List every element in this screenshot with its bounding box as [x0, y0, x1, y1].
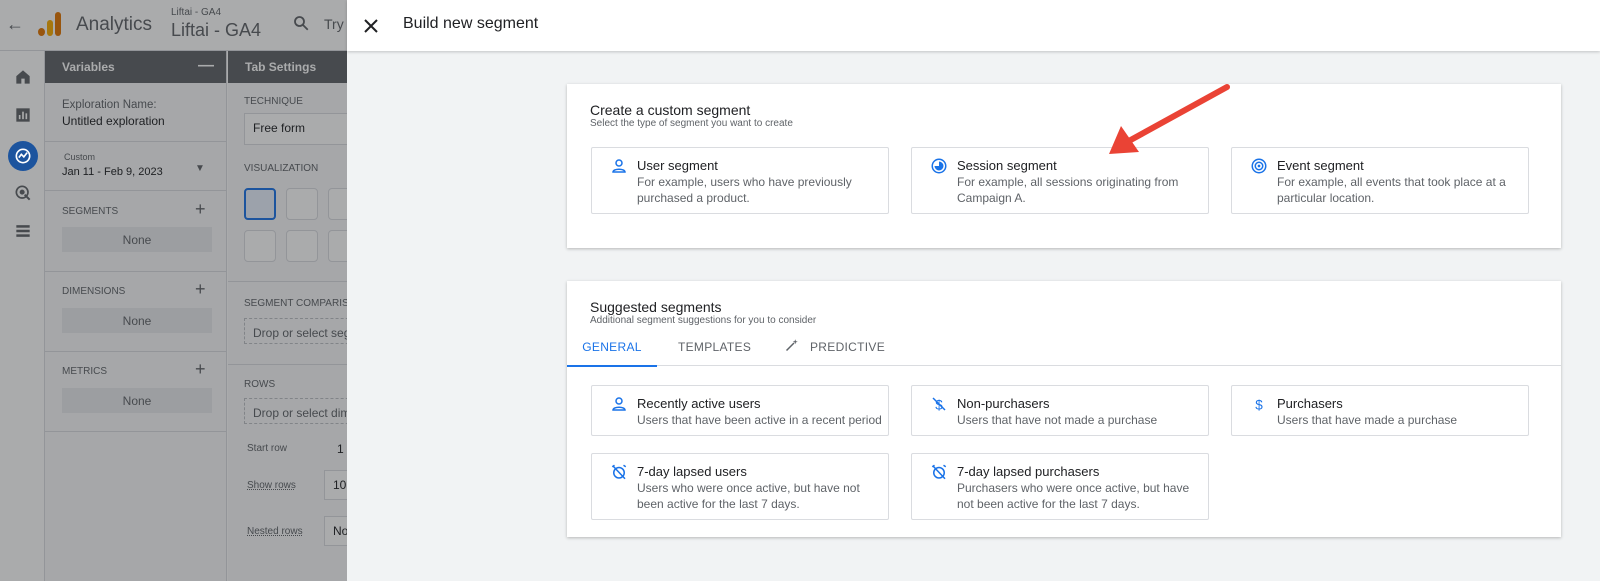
- person-icon: [612, 159, 626, 173]
- tab-general[interactable]: GENERAL: [567, 331, 657, 367]
- seven-day-lapsed-users-description: Users who were once active, but have not…: [637, 481, 860, 511]
- event-segment-option[interactable]: Event segment For example, all events th…: [1231, 147, 1529, 214]
- seven-day-lapsed-users-option[interactable]: 7-day lapsed users Users who were once a…: [591, 453, 889, 520]
- user-segment-title: User segment: [637, 158, 718, 173]
- explore-icon[interactable]: [13, 146, 33, 166]
- suggested-segments-card: Suggested segments Additional segment su…: [567, 281, 1561, 537]
- red-annotation-arrow: [1109, 84, 1230, 154]
- tab-templates[interactable]: TEMPLATES: [678, 331, 751, 366]
- dollar-icon: $: [1255, 397, 1263, 412]
- event-icon: [1251, 158, 1267, 174]
- event-segment-title: Event segment: [1277, 158, 1364, 173]
- recently-active-users-option[interactable]: Recently active users Users that have be…: [591, 385, 889, 436]
- close-icon[interactable]: [359, 14, 383, 38]
- non-purchasers-description: Users that have not made a purchase: [957, 413, 1158, 427]
- alarm-off-icon: [931, 464, 947, 480]
- seven-day-lapsed-purchasers-title: 7-day lapsed purchasers: [957, 464, 1100, 479]
- seven-day-lapsed-users-title: 7-day lapsed users: [637, 464, 747, 479]
- session-segment-description: For example, all sessions originating fr…: [957, 175, 1179, 205]
- tab-predictive[interactable]: PREDICTIVE: [785, 331, 885, 366]
- purchasers-description: Users that have made a purchase: [1277, 413, 1458, 427]
- build-segment-drawer: Build new segment Create a custom segmen…: [347, 0, 1600, 581]
- event-segment-description: For example, all events that took place …: [1277, 175, 1506, 205]
- custom-segment-subtitle: Select the type of segment you want to c…: [590, 118, 793, 129]
- active-tab-indicator: [567, 365, 657, 367]
- magic-wand-icon: [785, 339, 798, 352]
- purchasers-title: Purchasers: [1277, 396, 1343, 411]
- custom-segment-title: Create a custom segment: [590, 102, 751, 118]
- user-segment-description: For example, users who have previously p…: [637, 175, 852, 205]
- non-purchasers-title: Non-purchasers: [957, 396, 1050, 411]
- seven-day-lapsed-purchasers-description: Purchasers who were once active, but hav…: [957, 481, 1190, 511]
- purchasers-option[interactable]: $ Purchasers Users that have made a purc…: [1231, 385, 1529, 436]
- person-icon: [612, 397, 626, 411]
- recently-active-users-title: Recently active users: [637, 396, 761, 411]
- seven-day-lapsed-purchasers-option[interactable]: 7-day lapsed purchasers Purchasers who w…: [911, 453, 1209, 520]
- session-segment-title: Session segment: [957, 158, 1057, 173]
- suggested-segments-subtitle: Additional segment suggestions for you t…: [590, 315, 817, 326]
- svg-text:$: $: [1255, 397, 1263, 412]
- drawer-title: Build new segment: [403, 15, 539, 32]
- recently-active-users-description: Users that have been active in a recent …: [637, 413, 882, 427]
- session-icon: [931, 158, 947, 174]
- non-purchasers-option[interactable]: $ Non-purchasers Users that have not mad…: [911, 385, 1209, 436]
- suggested-segments-title: Suggested segments: [590, 299, 722, 315]
- modal-scrim[interactable]: [0, 0, 347, 581]
- user-segment-option[interactable]: User segment For example, users who have…: [591, 147, 889, 214]
- suggested-tabs: GENERAL TEMPLATES PREDICTIVE: [567, 331, 1561, 367]
- custom-segment-card: Create a custom segment Select the type …: [567, 84, 1561, 248]
- alarm-off-icon: [611, 464, 627, 480]
- no-dollar-icon: $: [932, 397, 946, 412]
- drawer-header: Build new segment: [347, 0, 1600, 51]
